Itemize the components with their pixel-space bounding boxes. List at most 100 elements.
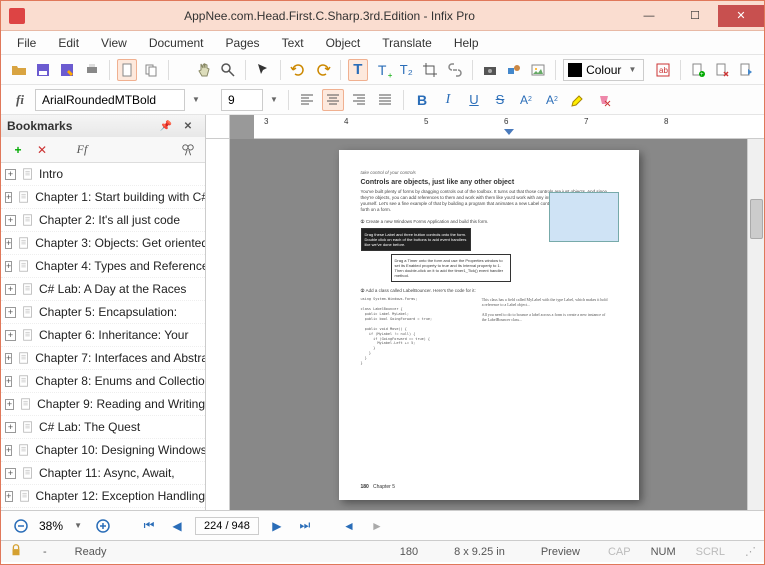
scroll-thumb[interactable]: [750, 199, 763, 239]
expand-icon[interactable]: +: [5, 192, 12, 203]
bookmark-item[interactable]: +Chapter 12: Exception Handling: [1, 485, 205, 508]
bookmark-item[interactable]: +Chapter 11: Async, Await,: [1, 462, 205, 485]
first-page-button[interactable]: ⏮: [139, 516, 159, 536]
zoom-dropdown-icon[interactable]: ▼: [71, 521, 85, 530]
last-page-button[interactable]: ⏭: [295, 516, 315, 536]
bookmark-item[interactable]: +Chapter 5: Encapsulation:: [1, 301, 205, 324]
panel-close-icon[interactable]: ✕: [177, 115, 199, 137]
history-forward-button[interactable]: ►: [367, 516, 387, 536]
bookmark-item[interactable]: +Chapter 7: Interfaces and Abstract: [1, 347, 205, 370]
maximize-button[interactable]: ☐: [672, 5, 718, 27]
page-indicator[interactable]: 224 / 948: [195, 517, 259, 535]
expand-icon[interactable]: +: [5, 284, 16, 295]
font-name-dropdown-icon[interactable]: ▼: [189, 95, 203, 104]
shapes-icon[interactable]: [504, 59, 524, 81]
font-name-select[interactable]: ArialRoundedMTBold: [35, 89, 185, 111]
expand-icon[interactable]: +: [5, 491, 13, 502]
save-icon[interactable]: [33, 59, 53, 81]
bookmark-delete-icon[interactable]: ✕: [33, 141, 51, 159]
prev-page-button[interactable]: ◀: [167, 516, 187, 536]
link-icon[interactable]: [445, 59, 465, 81]
expand-icon[interactable]: +: [5, 238, 12, 249]
italic-icon[interactable]: I: [437, 89, 459, 111]
expand-icon[interactable]: +: [5, 353, 12, 364]
expand-icon[interactable]: +: [5, 399, 14, 410]
menu-edit[interactable]: Edit: [48, 33, 89, 53]
undo-icon[interactable]: [288, 59, 308, 81]
text-plus-icon[interactable]: T+: [372, 59, 392, 81]
redo-icon[interactable]: [313, 59, 333, 81]
bookmarks-list[interactable]: +Intro+Chapter 1: Start building with C#…: [1, 163, 205, 510]
bookmark-item[interactable]: +C# Lab: A Day at the Races: [1, 278, 205, 301]
clipboard-icon[interactable]: [117, 59, 137, 81]
ruler-vertical[interactable]: [206, 139, 230, 510]
indent-marker-icon[interactable]: [504, 129, 514, 135]
colour-dropdown[interactable]: Colour ▼: [563, 59, 644, 81]
expand-icon[interactable]: +: [5, 422, 16, 433]
save-as-icon[interactable]: [57, 59, 77, 81]
bookmark-item[interactable]: +Chapter 10: Designing Windows: [1, 439, 205, 462]
resize-grip-icon[interactable]: ⋰: [745, 545, 756, 558]
copy-icon[interactable]: [141, 59, 161, 81]
menu-view[interactable]: View: [91, 33, 137, 53]
expand-icon[interactable]: +: [5, 215, 16, 226]
page-add-icon[interactable]: +: [688, 59, 708, 81]
highlight-icon[interactable]: [567, 89, 589, 111]
lock-icon[interactable]: [9, 543, 23, 560]
menu-help[interactable]: Help: [444, 33, 489, 53]
text-tool-icon[interactable]: T: [348, 59, 368, 81]
print-icon[interactable]: [82, 59, 102, 81]
bookmark-find-icon[interactable]: [179, 141, 197, 159]
zoom-in-button[interactable]: [93, 516, 113, 536]
align-right-icon[interactable]: [348, 89, 370, 111]
expand-icon[interactable]: +: [5, 307, 16, 318]
pin-icon[interactable]: 📌: [155, 115, 177, 137]
menu-translate[interactable]: Translate: [372, 33, 442, 53]
superscript-icon[interactable]: A2: [515, 89, 537, 111]
text-link-icon[interactable]: T₂: [396, 59, 416, 81]
expand-icon[interactable]: +: [5, 445, 12, 456]
subscript-icon[interactable]: A2: [541, 89, 563, 111]
ruler-horizontal[interactable]: 3 4 5 6 7 8: [254, 115, 764, 139]
bookmark-item[interactable]: +Chapter 9: Reading and Writing: [1, 393, 205, 416]
pointer-icon[interactable]: [253, 59, 273, 81]
bookmark-font-icon[interactable]: Ff: [73, 141, 91, 159]
open-icon[interactable]: [9, 59, 29, 81]
vertical-scrollbar[interactable]: [747, 139, 764, 510]
align-justify-icon[interactable]: [374, 89, 396, 111]
font-size-dropdown-icon[interactable]: ▼: [267, 95, 281, 104]
bookmark-item[interactable]: +Chapter 6: Inheritance: Your: [1, 324, 205, 347]
image-icon[interactable]: [528, 59, 548, 81]
history-back-button[interactable]: ◄: [339, 516, 359, 536]
align-center-icon[interactable]: [322, 89, 344, 111]
next-page-button[interactable]: ▶: [267, 516, 287, 536]
page-extract-icon[interactable]: [736, 59, 756, 81]
menu-object[interactable]: Object: [316, 33, 371, 53]
expand-icon[interactable]: +: [5, 169, 16, 180]
clear-format-icon[interactable]: [593, 89, 615, 111]
find-replace-icon[interactable]: ab: [652, 59, 672, 81]
font-family-icon[interactable]: fi: [9, 89, 31, 111]
expand-icon[interactable]: +: [5, 261, 12, 272]
strikethrough-icon[interactable]: S: [489, 89, 511, 111]
pan-icon[interactable]: [194, 59, 214, 81]
bookmark-add-icon[interactable]: +: [9, 141, 27, 159]
bold-icon[interactable]: B: [411, 89, 433, 111]
bookmark-item[interactable]: +Chapter 3: Objects: Get oriented: [1, 232, 205, 255]
bookmark-item[interactable]: +Chapter 4: Types and References: [1, 255, 205, 278]
bookmark-item[interactable]: +Chapter 2: It's all just code: [1, 209, 205, 232]
menu-document[interactable]: Document: [139, 33, 214, 53]
expand-icon[interactable]: +: [5, 376, 12, 387]
bookmark-item[interactable]: +Intro: [1, 163, 205, 186]
page-remove-icon[interactable]: [712, 59, 732, 81]
page-canvas[interactable]: take control of your controls Controls a…: [230, 139, 747, 510]
bookmark-item[interactable]: +Chapter 8: Enums and Collections: [1, 370, 205, 393]
bookmark-item[interactable]: +Chapter 1: Start building with C#: [1, 186, 205, 209]
crop-icon[interactable]: [420, 59, 440, 81]
camera-icon[interactable]: [480, 59, 500, 81]
close-button[interactable]: ✕: [718, 5, 764, 27]
menu-file[interactable]: File: [7, 33, 46, 53]
menu-pages[interactable]: Pages: [216, 33, 270, 53]
menu-text[interactable]: Text: [272, 33, 314, 53]
underline-icon[interactable]: U: [463, 89, 485, 111]
